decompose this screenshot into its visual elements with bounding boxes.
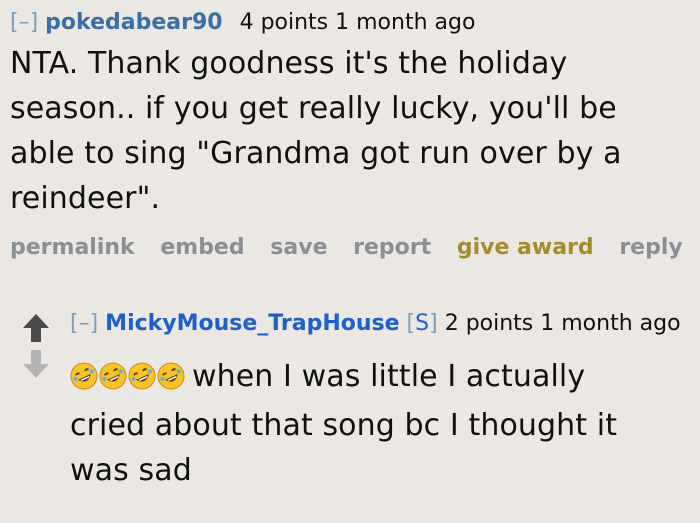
submitter-flair[interactable]: S: [415, 311, 429, 336]
down-arrow-icon[interactable]: [22, 349, 50, 379]
comment-author[interactable]: pokedabear90: [45, 10, 222, 35]
comment-line: season.. if you get really lucky, you'll…: [10, 91, 617, 126]
rofl-emoji-icon: [128, 362, 156, 390]
comment-body: NTA. Thank goodness it's the holiday sea…: [10, 41, 695, 221]
embed-button[interactable]: embed: [160, 235, 244, 260]
comment-score: 2 points 1 month ago: [444, 311, 681, 336]
rofl-emoji-icon: [70, 362, 98, 390]
comment-author[interactable]: MickyMouse_TrapHouse: [105, 311, 399, 336]
comment-line: able to sing "Grandma got run over by a: [10, 136, 622, 171]
comment-line: NTA. Thank goodness it's the holiday: [10, 46, 568, 81]
collapse-toggle[interactable]: [–]: [70, 311, 98, 336]
comment-tagline: [–] MickyMouse_TrapHouse [S] 2 points 1 …: [70, 308, 695, 340]
save-button[interactable]: save: [270, 235, 327, 260]
comment-line: cried about that song bc I thought it: [70, 408, 618, 443]
comment-line: reindeer".: [10, 181, 161, 216]
give-award-button[interactable]: give award: [457, 235, 594, 260]
permalink-button[interactable]: permalink: [10, 235, 135, 260]
emoji-group: [70, 358, 186, 403]
comment-line: was sad: [70, 453, 192, 488]
collapse-toggle[interactable]: [–]: [10, 10, 38, 35]
comment-score: 4 points 1 month ago: [239, 10, 476, 35]
comment-top-level: [–] pokedabear90 4 points 1 month ago NT…: [10, 8, 695, 260]
reply-button[interactable]: reply: [619, 235, 682, 260]
vote-arrows: [22, 313, 50, 383]
submitter-flair-open: [: [406, 311, 416, 336]
comment-body: when I was little I actually cried about…: [70, 354, 695, 493]
up-arrow-icon[interactable]: [22, 313, 50, 343]
rofl-emoji-icon: [157, 362, 185, 390]
comment-reply: [–] MickyMouse_TrapHouse [S] 2 points 1 …: [70, 308, 695, 493]
report-button[interactable]: report: [353, 235, 431, 260]
comment-line: when I was little I actually: [70, 354, 695, 403]
comment-buttons: permalink embed save report give award r…: [10, 235, 695, 260]
submitter-flair-close: ]: [429, 311, 438, 336]
comment-tagline: [–] pokedabear90 4 points 1 month ago: [10, 8, 695, 38]
comment-text: when I was little I actually: [192, 359, 586, 394]
rofl-emoji-icon: [99, 362, 127, 390]
